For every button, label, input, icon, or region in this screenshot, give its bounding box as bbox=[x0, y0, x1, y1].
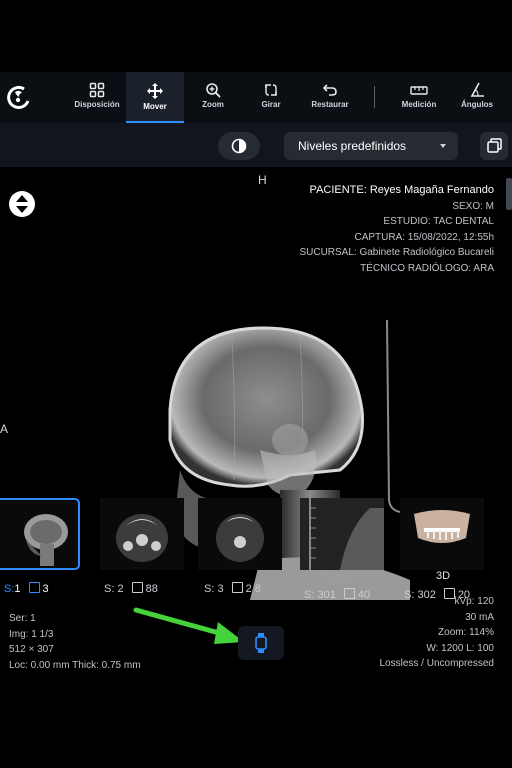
thumbnail-name-preset: Preset1 bbox=[320, 570, 358, 582]
window-level: W: 1200 L: 100 bbox=[426, 642, 494, 654]
tool-mover[interactable]: Mover bbox=[126, 72, 184, 123]
orientation-marker-top: H bbox=[258, 173, 267, 187]
toolbar-divider bbox=[374, 86, 375, 108]
tool-label: Ángulos bbox=[461, 100, 493, 109]
tool-label: Disposición bbox=[74, 100, 120, 109]
presets-dropdown[interactable]: Niveles predefinidos bbox=[284, 132, 458, 160]
thumbnail-image bbox=[216, 514, 264, 562]
image-info-overlay: Ser: 1 Img: 1 1/3 512 × 307 Loc: 0.00 mm… bbox=[9, 611, 141, 673]
capture-date: CAPTURA: 15/08/2022, 12:55h bbox=[354, 231, 494, 243]
angle-icon bbox=[470, 82, 484, 97]
chevron-down-icon bbox=[440, 144, 446, 148]
thumbnail-caption-3: S: 32 8 bbox=[204, 582, 261, 595]
series-thumbnail-3[interactable] bbox=[198, 498, 282, 570]
tool-label: Zoom bbox=[202, 100, 224, 109]
tool-angulos[interactable]: Ángulos bbox=[454, 72, 500, 123]
tool-zoom[interactable]: Zoom bbox=[190, 72, 236, 123]
series-number: 1 bbox=[14, 583, 21, 595]
technician-name: TÉCNICO RADIÓLOGO: ARA bbox=[360, 262, 494, 274]
contrast-button[interactable] bbox=[218, 132, 260, 160]
windows-button[interactable] bbox=[480, 132, 508, 160]
kvp-value: kVp: 120 bbox=[454, 596, 494, 607]
series-thumbnail-2[interactable] bbox=[100, 498, 184, 570]
viewport-scrollbar[interactable] bbox=[506, 178, 512, 210]
patient-info-overlay: PACIENTE: Reyes Magaña Fernando SEXO: M … bbox=[299, 183, 494, 277]
zoom-value: Zoom: 114% bbox=[438, 627, 494, 639]
watch-icon bbox=[255, 633, 267, 653]
stack-icon bbox=[28, 582, 40, 593]
layout-grid-icon bbox=[89, 82, 105, 98]
windows-icon bbox=[487, 138, 502, 153]
tool-label: Restaurar bbox=[311, 100, 349, 109]
tool-label: Medición bbox=[401, 100, 437, 109]
watch-toggle-button[interactable] bbox=[238, 626, 284, 660]
presets-label: Niveles predefinidos bbox=[298, 139, 407, 153]
ma-value: 30 mA bbox=[465, 611, 494, 623]
contrast-icon bbox=[231, 138, 247, 154]
image-dimensions: 512 × 307 bbox=[9, 644, 54, 656]
thumbnail-caption-2: S: 2 88 bbox=[104, 582, 158, 595]
series-thumbnail-1[interactable] bbox=[0, 498, 80, 570]
patient-sex: SEXO: M bbox=[452, 200, 494, 212]
series-thumbnail-5[interactable] bbox=[400, 498, 484, 570]
series-thumbnail-4[interactable] bbox=[300, 498, 384, 570]
branch-name: SUCURSAL: Gabinete Radiológico Bucareli bbox=[299, 247, 494, 259]
tool-medicion[interactable]: Medición bbox=[396, 72, 442, 123]
tool-label: Girar bbox=[261, 100, 281, 109]
thumbnail-image bbox=[116, 514, 168, 562]
tool-label: Mover bbox=[143, 102, 167, 111]
image-count: 3 bbox=[42, 583, 49, 595]
stack-icon bbox=[131, 582, 143, 593]
thumbnail-image bbox=[24, 514, 68, 566]
image-count: 2 8 bbox=[245, 583, 261, 595]
green-arrow-annotation bbox=[132, 600, 248, 648]
thumbnail-image bbox=[414, 510, 470, 543]
thumbnail-caption-4: S: 301 40 bbox=[304, 588, 371, 601]
study-type: ESTUDIO: TAC DENTAL bbox=[383, 216, 494, 228]
series-number: 3 bbox=[217, 583, 224, 595]
zoom-icon bbox=[206, 83, 221, 98]
image-count: 40 bbox=[357, 589, 371, 601]
series-number: 2 bbox=[117, 583, 124, 595]
acquisition-info-overlay: kVp: 120 30 mA Zoom: 114% W: 1200 L: 100… bbox=[380, 594, 495, 672]
series-info: Ser: 1 bbox=[9, 613, 36, 624]
stack-icon bbox=[231, 582, 243, 593]
slice-location: Loc: 0.00 mm Thick: 0.75 mm bbox=[9, 659, 141, 671]
tool-disposicion[interactable]: Disposición bbox=[72, 72, 122, 123]
ruler-icon bbox=[410, 86, 428, 95]
orientation-marker-left: A bbox=[0, 422, 9, 436]
rotate-icon bbox=[265, 84, 277, 96]
app-logo-icon[interactable] bbox=[4, 80, 34, 114]
move-arrows-icon bbox=[147, 83, 163, 99]
image-count: 88 bbox=[145, 583, 158, 595]
image-index: Img: 1 1/3 bbox=[9, 628, 54, 640]
series-number: 301 bbox=[317, 589, 336, 601]
thumbnail-name-3d: 3D bbox=[436, 570, 451, 582]
tool-girar[interactable]: Girar bbox=[248, 72, 294, 123]
thumbnail-caption-1: S:1 3 bbox=[4, 582, 49, 595]
thumbnail-image bbox=[300, 498, 384, 570]
tool-restaurar[interactable]: Restaurar bbox=[306, 72, 354, 123]
stack-icon bbox=[343, 588, 355, 599]
compression-info: Lossless / Uncompressed bbox=[379, 658, 495, 670]
undo-icon bbox=[322, 84, 337, 96]
navigation-toggle-icon[interactable] bbox=[8, 190, 36, 218]
patient-name: PACIENTE: Reyes Magaña Fernando bbox=[309, 184, 494, 196]
